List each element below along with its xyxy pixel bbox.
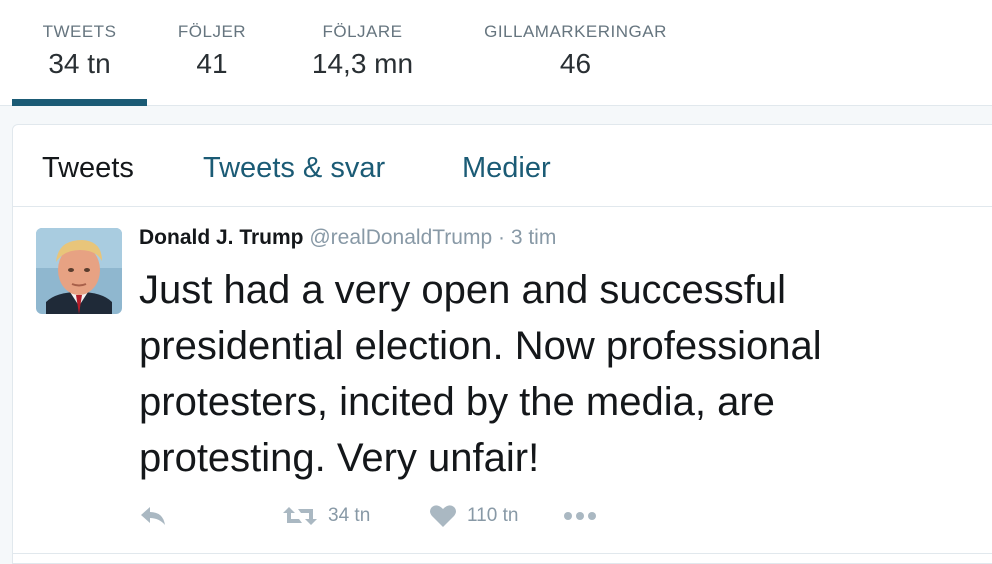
profile-stats-bar: TWEETS 34 tn FÖLJER 41 FÖLJARE 14,3 mn G… [0,0,992,106]
reply-icon [141,507,165,525]
stat-followers-value: 14,3 mn [311,48,414,79]
tweet-header-separator: · [497,226,505,249]
tweet[interactable]: Donald J. Trump @realDonaldTrump · 3 tim… [13,208,992,558]
stat-likes-label: GILLAMARKERINGAR [484,22,667,41]
tweet-divider [13,553,992,554]
like-count: 110 tn [467,505,519,526]
reply-button[interactable] [139,500,167,532]
tweet-actions: 34 tn 110 tn [139,500,639,532]
tweet-author-name[interactable]: Donald J. Trump [139,226,304,249]
tweet-header: Donald J. Trump @realDonaldTrump · 3 tim [139,226,556,250]
retweet-count: 34 tn [328,505,371,526]
stat-likes[interactable]: GILLAMARKERINGAR 46 [468,22,683,80]
retweet-icon [283,507,317,525]
tweet-author-handle[interactable]: @realDonaldTrump [309,226,492,249]
stat-followers[interactable]: FÖLJARE 14,3 mn [290,22,435,80]
tweet-text: Just had a very open and successful pres… [139,268,822,480]
tab-tweets-and-replies[interactable]: Tweets & svar [203,152,385,185]
tab-tweets[interactable]: Tweets [42,152,134,185]
like-button[interactable]: 110 tn [429,500,518,532]
heart-icon [430,505,456,527]
stat-following[interactable]: FÖLJER 41 [156,22,268,80]
active-stat-underline [12,99,147,106]
stat-tweets-label: TWEETS [42,22,117,41]
stat-tweets[interactable]: TWEETS 34 tn [12,22,147,80]
stat-following-label: FÖLJER [177,22,247,41]
timeline-panel: Tweets Tweets & svar Medier Donald J. Tr… [12,124,992,564]
timeline-tabs: Tweets Tweets & svar Medier [13,125,992,207]
stat-followers-label: FÖLJARE [322,22,403,41]
avatar[interactable] [36,228,122,314]
stat-likes-value: 46 [559,48,592,79]
more-button[interactable] [563,500,597,532]
retweet-button[interactable]: 34 tn [282,500,370,532]
avatar-portrait-icon [36,228,122,314]
stat-tweets-value: 34 tn [48,48,111,79]
more-dots-icon [564,512,596,520]
tab-media[interactable]: Medier [462,152,551,185]
stat-following-value: 41 [196,48,228,79]
tweet-timestamp[interactable]: 3 tim [511,226,557,249]
